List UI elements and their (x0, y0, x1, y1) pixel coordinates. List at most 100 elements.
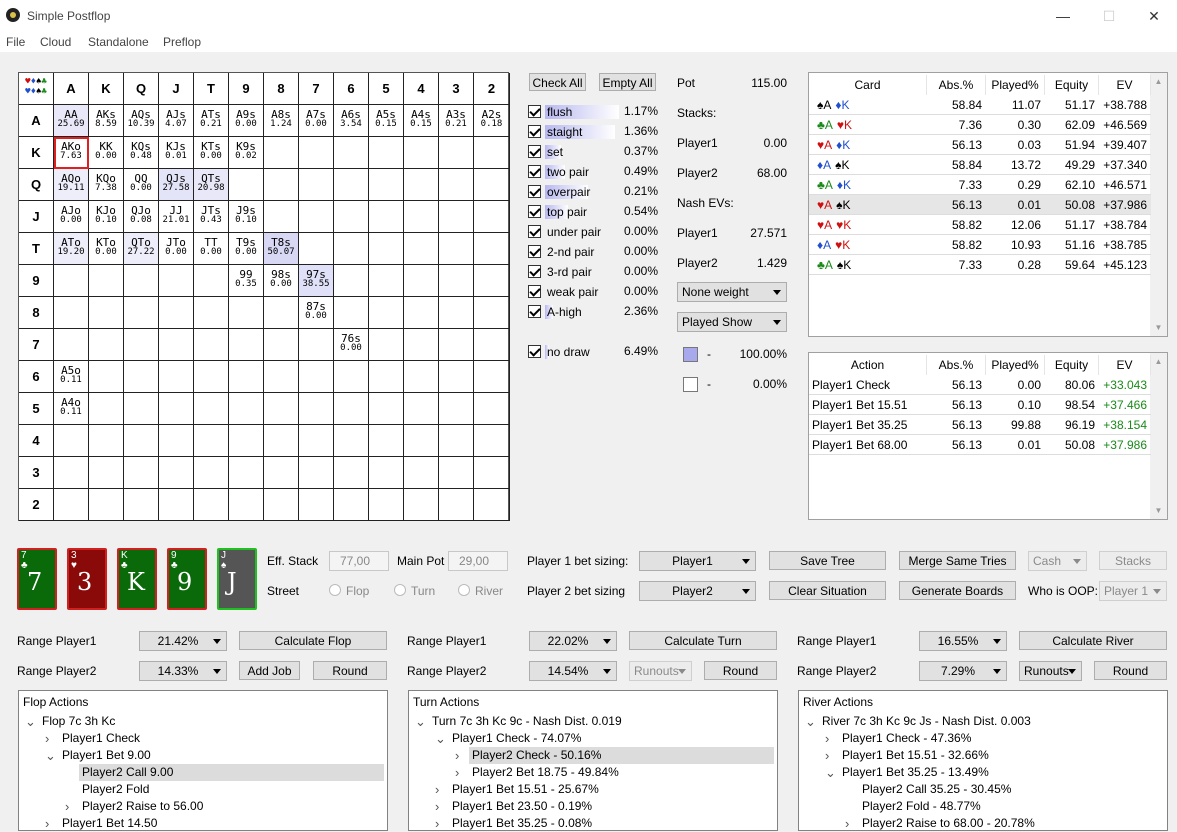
hand-cell[interactable] (159, 265, 194, 297)
hand-cell[interactable]: KJs 0.01 (159, 137, 194, 169)
hand-cell[interactable] (474, 393, 510, 425)
hand-cell[interactable]: ATo 19.20 (54, 233, 89, 265)
hand-cell[interactable] (439, 137, 474, 169)
filter-checkbox[interactable] (528, 345, 541, 358)
hand-cell[interactable]: ATs 0.21 (194, 105, 229, 137)
tree-node[interactable]: Player1 Bet 23.50 - 0.19% (452, 798, 592, 815)
hand-cell[interactable] (54, 457, 89, 489)
turn-radio[interactable] (394, 584, 406, 596)
hand-cell[interactable] (369, 137, 404, 169)
river-radio[interactable] (458, 584, 470, 596)
hand-cell[interactable] (299, 137, 334, 169)
hand-cell[interactable] (404, 457, 439, 489)
tree-node[interactable]: Player1 Bet 9.00 (62, 747, 151, 764)
hand-cell[interactable] (334, 489, 369, 521)
hand-cell[interactable] (194, 329, 229, 361)
hand-cell[interactable] (404, 489, 439, 521)
hand-cell[interactable]: A6s 3.54 (334, 105, 369, 137)
table-row[interactable]: Player1 Bet 15.51 56.13 0.10 98.54 +37.466 (809, 395, 1151, 415)
hand-cell[interactable] (474, 201, 510, 233)
hand-cell[interactable] (299, 329, 334, 361)
tree-node[interactable]: Player2 Fold (82, 781, 149, 798)
tree-node[interactable]: Player1 Check (62, 730, 140, 747)
hand-cell[interactable] (369, 233, 404, 265)
tree-node[interactable]: Player1 Check - 74.07% (452, 730, 581, 747)
table-row[interactable]: ♣A ♠K 7.33 0.28 59.64 +45.123 (809, 255, 1151, 275)
close-icon[interactable]: ✕ (1131, 0, 1177, 32)
hand-cell[interactable] (89, 457, 124, 489)
tree-node[interactable]: Player2 Call 9.00 (82, 764, 173, 781)
chevron-down-icon[interactable]: ⌄ (415, 713, 426, 730)
hand-cell[interactable]: QJs 27.58 (159, 169, 194, 201)
main-pot-input[interactable]: 29,00 (448, 551, 508, 571)
chevron-right-icon[interactable]: › (825, 747, 829, 764)
hand-cell[interactable]: J9s 0.10 (229, 201, 264, 233)
hand-cell[interactable] (159, 457, 194, 489)
hand-cell[interactable]: KQo 7.38 (89, 169, 124, 201)
hand-cell[interactable] (89, 297, 124, 329)
table-row[interactable]: ♣A ♦K 7.33 0.29 62.10 +46.571 (809, 175, 1151, 195)
hand-cell[interactable] (404, 265, 439, 297)
hand-cell[interactable] (89, 489, 124, 521)
river-round-button[interactable]: Round (1094, 661, 1167, 680)
scroll-up-icon[interactable]: ▲ (1150, 357, 1167, 366)
chevron-right-icon[interactable]: › (65, 798, 69, 815)
column-header[interactable]: Equity (1045, 355, 1099, 375)
hand-cell[interactable] (299, 169, 334, 201)
table-row[interactable]: ♥A ♦K 56.13 0.03 51.94 +39.407 (809, 135, 1151, 155)
chevron-down-icon[interactable]: ⌄ (825, 764, 836, 781)
hand-cell[interactable] (229, 457, 264, 489)
hand-cell[interactable]: KJo 0.10 (89, 201, 124, 233)
save-tree-button[interactable]: Save Tree (769, 551, 886, 570)
hand-cell[interactable]: KK 0.00 (89, 137, 124, 169)
hand-cell[interactable] (369, 201, 404, 233)
tree-node[interactable]: Player2 Fold - 48.77% (862, 798, 981, 815)
calculate-flop-button[interactable]: Calculate Flop (239, 631, 387, 650)
hand-cell[interactable] (159, 425, 194, 457)
hand-cell[interactable]: KTo 0.00 (89, 233, 124, 265)
filter-checkbox[interactable] (528, 305, 541, 318)
column-header[interactable]: Played% (986, 355, 1045, 375)
hand-cell[interactable] (439, 329, 474, 361)
hand-cell[interactable] (159, 489, 194, 521)
table-row[interactable]: ♦A ♥K 58.82 10.93 51.16 +38.785 (809, 235, 1151, 255)
hand-cell[interactable] (369, 489, 404, 521)
flop-round-button[interactable]: Round (313, 661, 387, 680)
hand-cell[interactable]: A5o 0.11 (54, 361, 89, 393)
hand-cell[interactable]: T8s 50.07 (264, 233, 299, 265)
hand-cell[interactable] (334, 361, 369, 393)
table-row[interactable]: Player1 Check 56.13 0.00 80.06 +33.043 (809, 375, 1151, 395)
hand-cell[interactable]: A3s 0.21 (439, 105, 474, 137)
hand-cell[interactable] (369, 361, 404, 393)
hand-cell[interactable] (54, 329, 89, 361)
hand-cell[interactable]: 76s 0.00 (334, 329, 369, 361)
hand-cell[interactable] (264, 393, 299, 425)
hand-cell[interactable]: QQ 0.00 (124, 169, 159, 201)
hand-cell[interactable] (439, 489, 474, 521)
hand-cell[interactable] (124, 361, 159, 393)
hand-cell[interactable] (404, 201, 439, 233)
hand-cell[interactable]: AJo 0.00 (54, 201, 89, 233)
chevron-right-icon[interactable]: › (455, 764, 459, 781)
turn-runouts-select[interactable]: Runouts (629, 661, 692, 681)
menu-file[interactable]: File (6, 35, 25, 49)
hand-cell[interactable]: QTo 27.22 (124, 233, 159, 265)
hand-cell[interactable] (404, 169, 439, 201)
flop-range-p1-select[interactable]: 21.42% (139, 631, 227, 651)
hand-cell[interactable]: AKo 7.63 (54, 137, 89, 169)
filter-checkbox[interactable] (528, 125, 541, 138)
tree-node[interactable]: Player1 Bet 15.51 - 32.66% (842, 747, 989, 764)
hand-cell[interactable]: A2s 0.18 (474, 105, 510, 137)
tree-node[interactable]: Turn 7c 3h Kc 9c - Nash Dist. 0.019 (432, 713, 622, 730)
chevron-down-icon[interactable]: ⌄ (435, 730, 446, 747)
stacks-button[interactable]: Stacks (1099, 551, 1167, 570)
tree-node[interactable]: River 7c 3h Kc 9c Js - Nash Dist. 0.003 (822, 713, 1031, 730)
filter-checkbox[interactable] (528, 265, 541, 278)
chevron-right-icon[interactable]: › (45, 730, 49, 747)
hand-cell[interactable] (404, 393, 439, 425)
hand-cell[interactable]: JTo 0.00 (159, 233, 194, 265)
hand-cell[interactable] (89, 425, 124, 457)
hand-cell[interactable] (194, 297, 229, 329)
hand-cell[interactable] (334, 201, 369, 233)
river-range-p2-select[interactable]: 7.29% (919, 661, 1007, 681)
